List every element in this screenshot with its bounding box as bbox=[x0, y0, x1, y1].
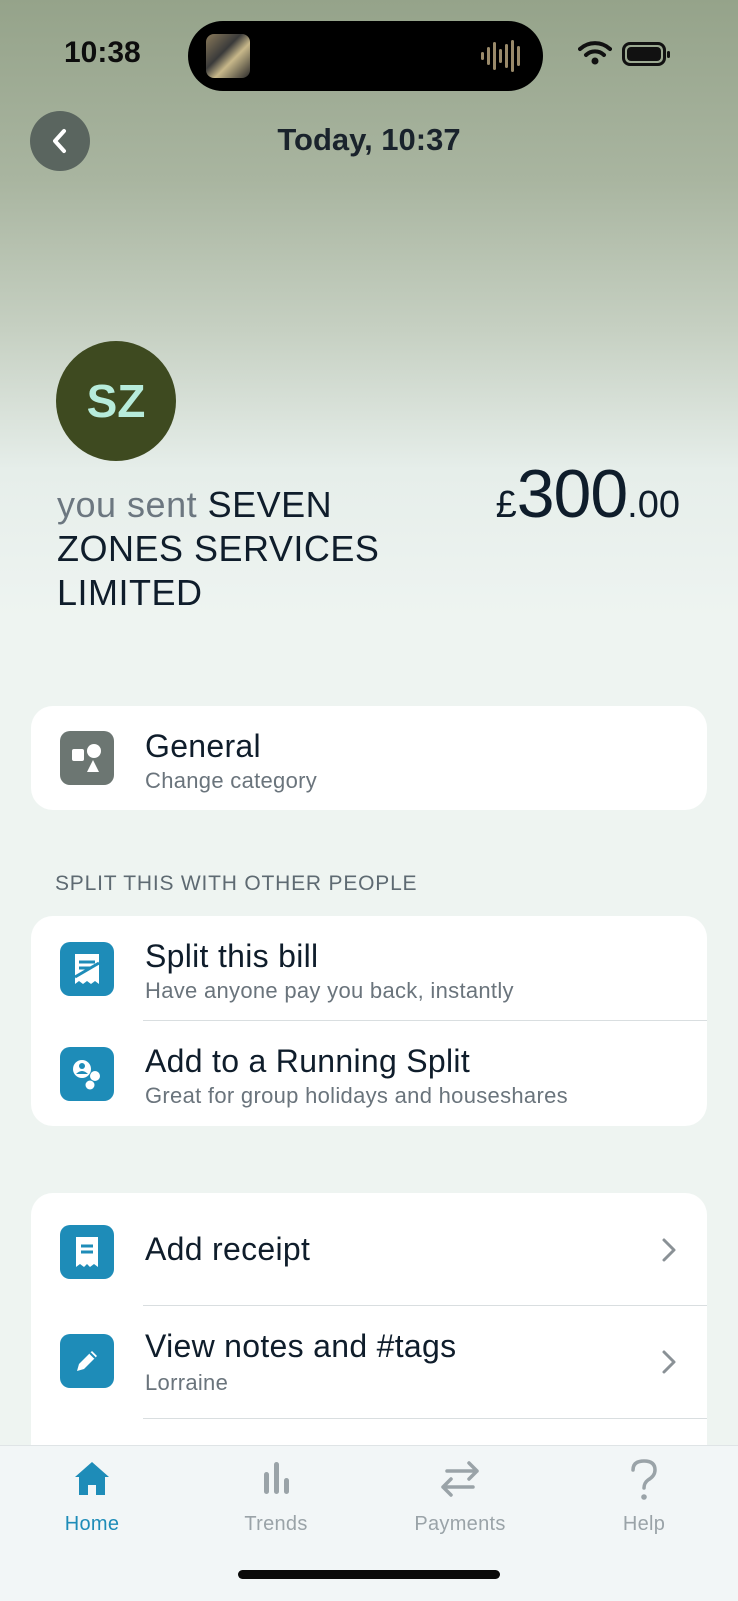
audio-waveform-icon bbox=[481, 40, 520, 72]
category-shapes-icon bbox=[60, 731, 114, 785]
chevron-right-icon bbox=[662, 1238, 676, 1262]
sent-prefix: you sent bbox=[57, 484, 198, 525]
category-subtitle: Change category bbox=[145, 768, 318, 793]
split-bill-row[interactable]: Split this bill Have anyone pay you back… bbox=[31, 916, 707, 1021]
add-receipt-title: Add receipt bbox=[145, 1231, 311, 1267]
home-icon bbox=[75, 1462, 109, 1495]
running-split-title: Add to a Running Split bbox=[145, 1043, 471, 1079]
page-title: Today, 10:37 bbox=[277, 122, 461, 157]
status-time: 10:38 bbox=[64, 36, 141, 69]
pencil-icon bbox=[60, 1334, 114, 1388]
split-bill-icon bbox=[60, 942, 114, 996]
category-card[interactable]: General Change category bbox=[31, 706, 707, 810]
transfer-arrows-icon bbox=[441, 1461, 479, 1497]
battery-icon bbox=[622, 42, 670, 66]
amount-currency: £ bbox=[495, 484, 517, 526]
now-playing-artwork bbox=[206, 34, 250, 78]
dynamic-island bbox=[188, 21, 543, 91]
notes-tags-row[interactable]: View notes and #tags Lorraine bbox=[31, 1306, 707, 1419]
category-title: General bbox=[145, 728, 261, 764]
tab-help-label: Help bbox=[622, 1513, 666, 1535]
receipt-icon bbox=[60, 1225, 114, 1279]
question-mark-icon bbox=[631, 1459, 657, 1500]
split-bill-title: Split this bill bbox=[145, 938, 319, 974]
running-split-icon bbox=[60, 1047, 114, 1101]
split-card: Split this bill Have anyone pay you back… bbox=[31, 916, 707, 1126]
add-receipt-row[interactable]: Add receipt bbox=[31, 1193, 707, 1306]
split-section-label: SPLIT THIS WITH OTHER PEOPLE bbox=[55, 872, 418, 895]
transaction-amount: £300.00 bbox=[496, 455, 680, 533]
merchant-avatar: SZ bbox=[56, 341, 176, 461]
running-split-row[interactable]: Add to a Running Split Great for group h… bbox=[31, 1021, 707, 1126]
notes-tags-title: View notes and #tags bbox=[145, 1328, 457, 1364]
tab-home-label: Home bbox=[64, 1513, 120, 1535]
tab-trends-label: Trends bbox=[244, 1513, 308, 1535]
notes-tags-subtitle: Lorraine bbox=[145, 1370, 229, 1395]
running-split-subtitle: Great for group holidays and houseshares bbox=[145, 1083, 568, 1108]
amount-decimal: .00 bbox=[627, 484, 680, 526]
category-row[interactable]: General Change category bbox=[31, 706, 707, 810]
wifi-icon bbox=[578, 41, 612, 65]
chevron-right-icon bbox=[662, 1350, 676, 1374]
divider bbox=[143, 1418, 707, 1419]
tab-payments-label: Payments bbox=[414, 1513, 506, 1535]
split-bill-subtitle: Have anyone pay you back, instantly bbox=[145, 978, 514, 1003]
amount-whole: 300 bbox=[516, 456, 628, 532]
bar-chart-icon bbox=[264, 1462, 289, 1494]
home-indicator bbox=[238, 1570, 500, 1579]
transaction-description: you sent SEVEN ZONES SERVICES LIMITED bbox=[57, 483, 417, 615]
